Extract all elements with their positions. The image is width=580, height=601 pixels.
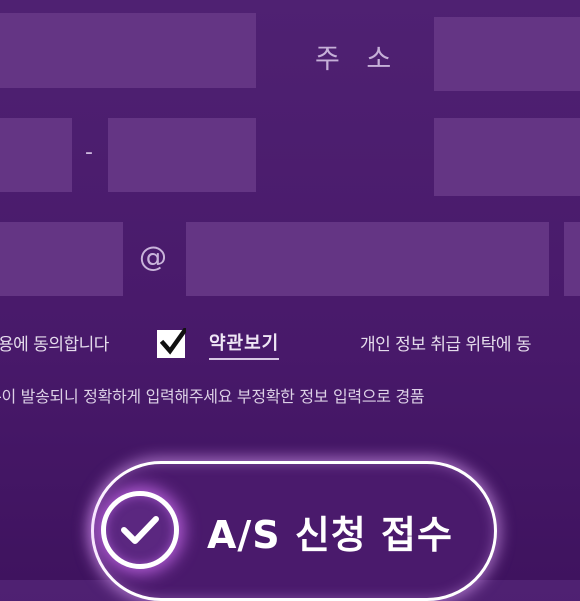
consent-checkbox[interactable] — [157, 328, 186, 358]
phone-separator: - — [85, 140, 93, 165]
phone-input-part2[interactable] — [108, 118, 256, 192]
email-at-sign: @ — [139, 240, 167, 273]
consent-agree-text: 용에 동의합니다 — [0, 335, 109, 355]
submit-button-label: A/S 신청 접수 — [207, 513, 453, 557]
address-input[interactable] — [434, 17, 580, 91]
privacy-consent-text: 개인 정보 취급 위탁에 동 — [360, 335, 532, 355]
address-label: 주 소 — [315, 44, 401, 75]
email-domain-select[interactable] — [564, 222, 580, 296]
address-detail-input[interactable] — [434, 118, 580, 196]
phone-input-part1[interactable] — [0, 118, 72, 192]
email-domain-input[interactable] — [186, 222, 549, 296]
view-terms-link[interactable]: 약관보기 — [209, 329, 280, 360]
check-circle-icon — [101, 491, 179, 569]
notice-text: -이 발송되니 정확하게 입력해주세요 부정확한 정보 입력으로 경품 — [0, 387, 425, 406]
email-id-input[interactable] — [0, 222, 123, 296]
checkmark-icon — [160, 328, 186, 355]
name-input[interactable] — [0, 13, 256, 88]
